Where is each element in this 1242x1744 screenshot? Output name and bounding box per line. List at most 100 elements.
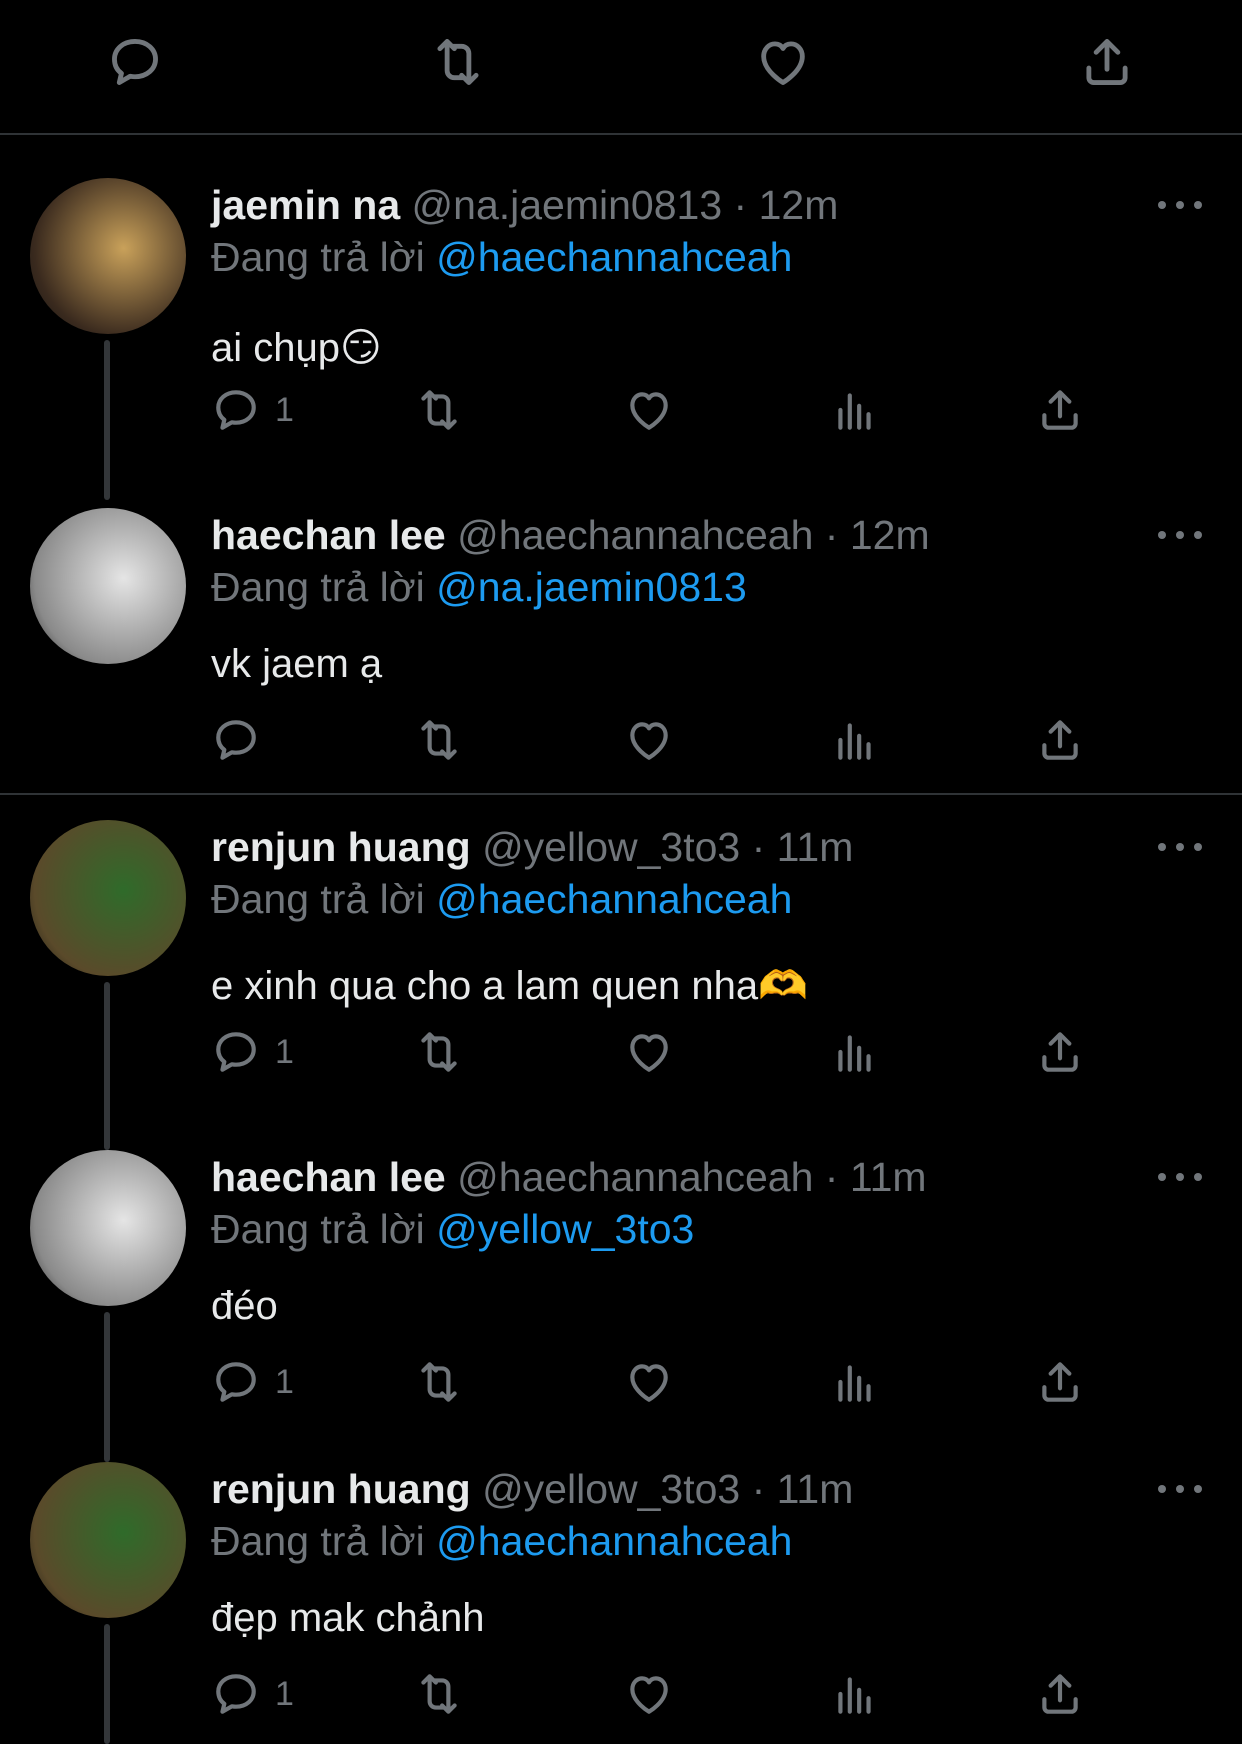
views-button[interactable] xyxy=(830,1666,880,1722)
views-icon xyxy=(838,1677,871,1714)
reply-button[interactable]: 1 xyxy=(211,382,294,438)
reply-icon[interactable] xyxy=(105,32,165,92)
views-icon xyxy=(838,723,871,760)
reply-icon xyxy=(216,390,256,430)
like-icon xyxy=(630,1676,668,1714)
handle[interactable]: @haechannahceah xyxy=(457,1154,813,1200)
display-name[interactable]: jaemin na xyxy=(211,182,400,228)
avatar[interactable] xyxy=(30,1150,186,1306)
timestamp[interactable]: 12m xyxy=(850,512,930,558)
replying-to-label: Đang trả lời xyxy=(211,564,425,610)
like-button[interactable] xyxy=(624,1666,674,1722)
like-button[interactable] xyxy=(624,712,674,768)
views-button[interactable] xyxy=(830,382,880,438)
reply-count: 1 xyxy=(275,390,294,429)
timestamp[interactable]: 11m xyxy=(850,1154,927,1200)
tweet-action-bar xyxy=(0,0,1242,135)
retweet-button[interactable] xyxy=(414,1354,464,1410)
share-icon xyxy=(1042,1674,1078,1714)
views-button[interactable] xyxy=(830,1024,880,1080)
retweet-icon xyxy=(421,1032,457,1072)
views-icon xyxy=(838,1365,871,1402)
display-name[interactable]: haechan lee xyxy=(211,512,446,558)
handle[interactable]: @na.jaemin0813 xyxy=(412,182,723,228)
share-button[interactable] xyxy=(1035,712,1085,768)
more-options-icon[interactable] xyxy=(1158,837,1202,857)
retweet-icon xyxy=(421,1674,457,1714)
reply-button[interactable]: 1 xyxy=(211,1354,294,1410)
replying-to: Đang trả lời @yellow_3to3 xyxy=(211,1204,694,1254)
avatar[interactable] xyxy=(30,820,186,976)
mention-link[interactable]: @haechannahceah xyxy=(436,234,792,280)
replying-to-label: Đang trả lời xyxy=(211,1206,425,1252)
share-button[interactable] xyxy=(1035,382,1085,438)
like-button[interactable] xyxy=(624,1354,674,1410)
retweet-icon xyxy=(421,720,457,760)
avatar[interactable] xyxy=(30,508,186,664)
replying-to: Đang trả lời @haechannahceah xyxy=(211,874,792,924)
share-button[interactable] xyxy=(1035,1024,1085,1080)
tweet-header: renjun huang @yellow_3to3 · 11m xyxy=(211,822,853,872)
tweet-header: jaemin na @na.jaemin0813 · 12m xyxy=(211,180,838,230)
tweet-actions: 1 xyxy=(211,1354,1111,1410)
tweet-text: đéo xyxy=(211,1284,278,1328)
replying-to-label: Đang trả lời xyxy=(211,234,425,280)
reply-count: 1 xyxy=(275,1362,294,1401)
retweet-button[interactable] xyxy=(414,712,464,768)
like-button[interactable] xyxy=(624,382,674,438)
more-options-icon[interactable] xyxy=(1158,1167,1202,1187)
display-name[interactable]: renjun huang xyxy=(211,1466,471,1512)
more-options-icon[interactable] xyxy=(1158,525,1202,545)
share-icon[interactable] xyxy=(1077,32,1137,92)
more-options-icon[interactable] xyxy=(1158,195,1202,215)
replying-to: Đang trả lời @haechannahceah xyxy=(211,232,792,282)
mention-link[interactable]: @na.jaemin0813 xyxy=(436,564,747,610)
mention-link[interactable]: @yellow_3to3 xyxy=(436,1206,694,1252)
timestamp[interactable]: 11m xyxy=(777,824,854,870)
retweet-button[interactable] xyxy=(414,1024,464,1080)
tweet-actions xyxy=(211,712,1111,768)
dot-separator: · xyxy=(751,824,777,870)
share-button[interactable] xyxy=(1035,1666,1085,1722)
timestamp[interactable]: 11m xyxy=(777,1466,854,1512)
share-icon xyxy=(1042,1362,1078,1402)
tweet-header: haechan lee @haechannahceah · 12m xyxy=(211,510,930,560)
share-icon xyxy=(1042,390,1078,430)
retweet-icon[interactable] xyxy=(428,32,488,92)
replying-to: Đang trả lời @na.jaemin0813 xyxy=(211,562,747,612)
reply-button[interactable]: 1 xyxy=(211,1666,294,1722)
tweet-text: ai chụp😏 xyxy=(211,326,382,370)
like-icon xyxy=(630,1034,668,1072)
reply-button[interactable]: 1 xyxy=(211,1024,294,1080)
tweet-text: đẹp mak chảnh xyxy=(211,1596,485,1640)
views-icon xyxy=(838,393,871,430)
dot-separator: · xyxy=(733,182,759,228)
avatar[interactable] xyxy=(30,1462,186,1618)
timestamp[interactable]: 12m xyxy=(759,182,839,228)
share-icon xyxy=(1042,720,1078,760)
handle[interactable]: @yellow_3to3 xyxy=(482,824,740,870)
views-button[interactable] xyxy=(830,1354,880,1410)
handle[interactable]: @haechannahceah xyxy=(457,512,813,558)
mention-link[interactable]: @haechannahceah xyxy=(436,876,792,922)
display-name[interactable]: haechan lee xyxy=(211,1154,446,1200)
mention-link[interactable]: @haechannahceah xyxy=(436,1518,792,1564)
tweet-actions: 1 xyxy=(211,1024,1111,1080)
reply-icon xyxy=(216,1032,256,1072)
views-button[interactable] xyxy=(830,712,880,768)
like-button[interactable] xyxy=(624,1024,674,1080)
reply-icon xyxy=(216,1674,256,1714)
thread-line xyxy=(104,982,110,1150)
retweet-button[interactable] xyxy=(414,1666,464,1722)
share-button[interactable] xyxy=(1035,1354,1085,1410)
avatar[interactable] xyxy=(30,178,186,334)
retweet-button[interactable] xyxy=(414,382,464,438)
like-icon[interactable] xyxy=(753,32,813,92)
tweet-text: e xinh qua cho a lam quen nha🫶 xyxy=(211,964,808,1008)
like-icon xyxy=(630,1364,668,1402)
reply-button[interactable] xyxy=(211,712,275,768)
display-name[interactable]: renjun huang xyxy=(211,824,471,870)
views-icon xyxy=(838,1035,871,1072)
handle[interactable]: @yellow_3to3 xyxy=(482,1466,740,1512)
more-options-icon[interactable] xyxy=(1158,1479,1202,1499)
